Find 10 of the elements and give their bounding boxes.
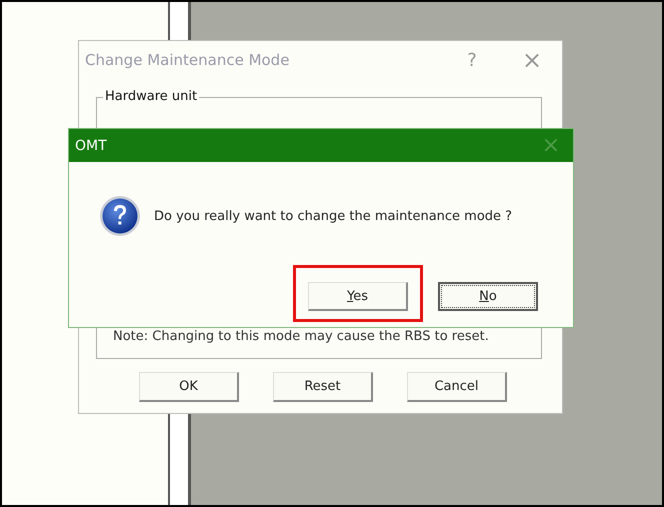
- note-text: Note: Changing to this mode may cause the RBS to reset.: [113, 329, 490, 344]
- window-title: OMT: [75, 138, 108, 154]
- window-title: Change Maintenance Mode: [85, 51, 290, 69]
- message-text: Do you really want to change the maintenance mode ?: [154, 208, 512, 224]
- dialog-button[interactable]: Yes: [308, 282, 408, 311]
- dialog-button[interactable]: No: [438, 282, 538, 311]
- dialog-button[interactable]: Reset: [273, 372, 373, 402]
- dialog-button[interactable]: OK: [139, 372, 239, 402]
- dialog-button[interactable]: Cancel: [407, 372, 507, 402]
- question-icon: [99, 195, 141, 237]
